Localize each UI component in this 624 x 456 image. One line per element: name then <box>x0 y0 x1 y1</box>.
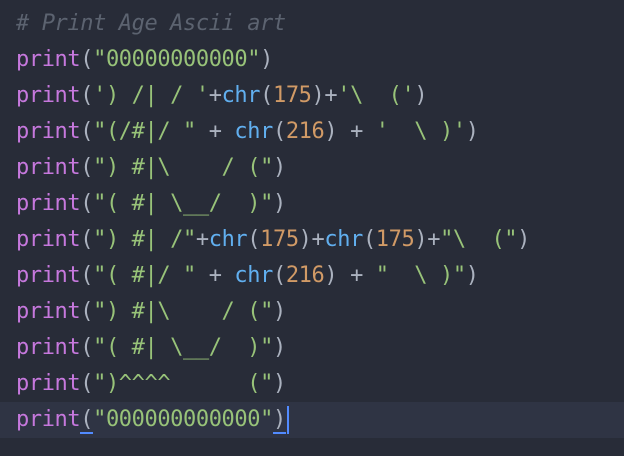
code-token: chr <box>234 119 273 144</box>
code-token: ( <box>247 227 261 252</box>
code-token: + <box>311 227 325 252</box>
code-token: ( <box>80 227 94 252</box>
code-token: ( <box>80 263 94 288</box>
code-token: chr <box>208 227 248 252</box>
code-token: chr <box>234 263 273 288</box>
code-token: ) <box>414 83 428 108</box>
code-token: ") #| /" <box>93 227 196 252</box>
code-token: print <box>16 371 81 396</box>
code-line[interactable]: print("( #| \__/ )") <box>16 186 286 222</box>
code-token: ( <box>80 191 94 216</box>
code-token: print <box>16 227 81 252</box>
code-token: ') /| / ' <box>93 83 209 108</box>
code-token: "00000000000" <box>93 47 261 72</box>
code-token: ( <box>362 227 376 252</box>
code-token: ( <box>80 371 94 396</box>
code-token: + <box>195 263 235 288</box>
code-token: ")^^^^ (" <box>93 371 273 396</box>
code-token: ) <box>414 227 428 252</box>
code-line[interactable]: print("(/#|/ " + chr(216) + ' \ )') <box>16 114 479 150</box>
code-token: ) <box>465 263 479 288</box>
code-token: "( #| \__/ )" <box>93 191 273 216</box>
code-line[interactable]: print("( #|/ " + chr(216) + " \ )") <box>16 258 479 294</box>
code-token: ) <box>272 335 286 360</box>
code-token: ) <box>298 227 312 252</box>
code-comment: # Print Age Ascii art <box>16 11 286 36</box>
code-token: '\ (' <box>337 83 415 108</box>
code-token: ) <box>311 83 325 108</box>
code-token: 175 <box>260 227 299 252</box>
code-token: chr <box>221 83 261 108</box>
code-line[interactable]: print(") #|\ / (") <box>16 294 286 330</box>
code-token: "000000000000" <box>93 407 273 432</box>
code-token: + <box>337 119 376 144</box>
code-line[interactable]: print("00000000000") <box>16 42 273 78</box>
code-token: print <box>16 155 81 180</box>
code-token: ( <box>272 119 286 144</box>
code-token: print <box>16 47 81 72</box>
code-token: print <box>16 191 81 216</box>
code-token: ) <box>272 155 286 180</box>
code-token: "( #| \__/ )" <box>93 335 273 360</box>
code-token: + <box>324 83 338 108</box>
code-token: ") #|\ / (" <box>93 155 273 180</box>
code-token: ( <box>80 47 94 72</box>
code-token: + <box>195 119 235 144</box>
code-token: " \ )" <box>375 263 466 288</box>
text-cursor <box>286 406 289 434</box>
code-token: "(/#|/ " <box>93 119 196 144</box>
code-token: + <box>195 227 209 252</box>
code-token: + <box>337 263 376 288</box>
code-token: + <box>208 83 222 108</box>
code-token: ) <box>272 407 286 434</box>
code-token: ' \ )' <box>375 119 466 144</box>
code-token: ) <box>272 299 286 324</box>
code-token: ") #|\ / (" <box>93 299 273 324</box>
code-token: chr <box>324 227 363 252</box>
code-editor[interactable]: # Print Age Ascii art print("00000000000… <box>0 0 624 456</box>
code-token: 175 <box>272 83 312 108</box>
code-token: "\ (" <box>440 227 518 252</box>
code-token: ) <box>260 47 273 72</box>
code-token: 216 <box>285 263 325 288</box>
code-token: print <box>16 83 81 108</box>
code-token: ) <box>272 191 286 216</box>
code-token: print <box>16 335 81 360</box>
code-token: ( <box>260 83 273 108</box>
code-line[interactable]: print(') /| / '+chr(175)+'\ (') <box>16 78 428 114</box>
code-token: print <box>16 119 81 144</box>
code-token: ( <box>80 335 94 360</box>
code-token: print <box>16 407 81 432</box>
code-token: ) <box>517 227 530 252</box>
code-line[interactable]: print(") #|\ / (") <box>16 150 286 186</box>
code-token: ( <box>272 263 286 288</box>
code-token: ) <box>272 371 286 396</box>
code-token: print <box>16 263 81 288</box>
code-token: ( <box>80 119 94 144</box>
code-token: 216 <box>285 119 325 144</box>
code-token: ) <box>324 263 338 288</box>
code-token: "( #|/ " <box>93 263 196 288</box>
code-token: ( <box>80 83 94 108</box>
code-token: print <box>16 299 81 324</box>
code-line[interactable]: print("000000000000") <box>0 402 624 438</box>
code-token: ( <box>80 155 94 180</box>
code-line[interactable]: print("( #| \__/ )") <box>16 330 286 366</box>
code-token: ) <box>324 119 338 144</box>
code-token: ( <box>80 299 94 324</box>
code-line[interactable]: print(") #| /"+chr(175)+chr(175)+"\ (") <box>16 222 530 258</box>
code-token: ( <box>80 407 94 434</box>
code-token: 175 <box>375 227 415 252</box>
code-token: ) <box>465 119 479 144</box>
code-line[interactable]: print(")^^^^ (") <box>16 366 286 402</box>
code-token: + <box>427 227 441 252</box>
